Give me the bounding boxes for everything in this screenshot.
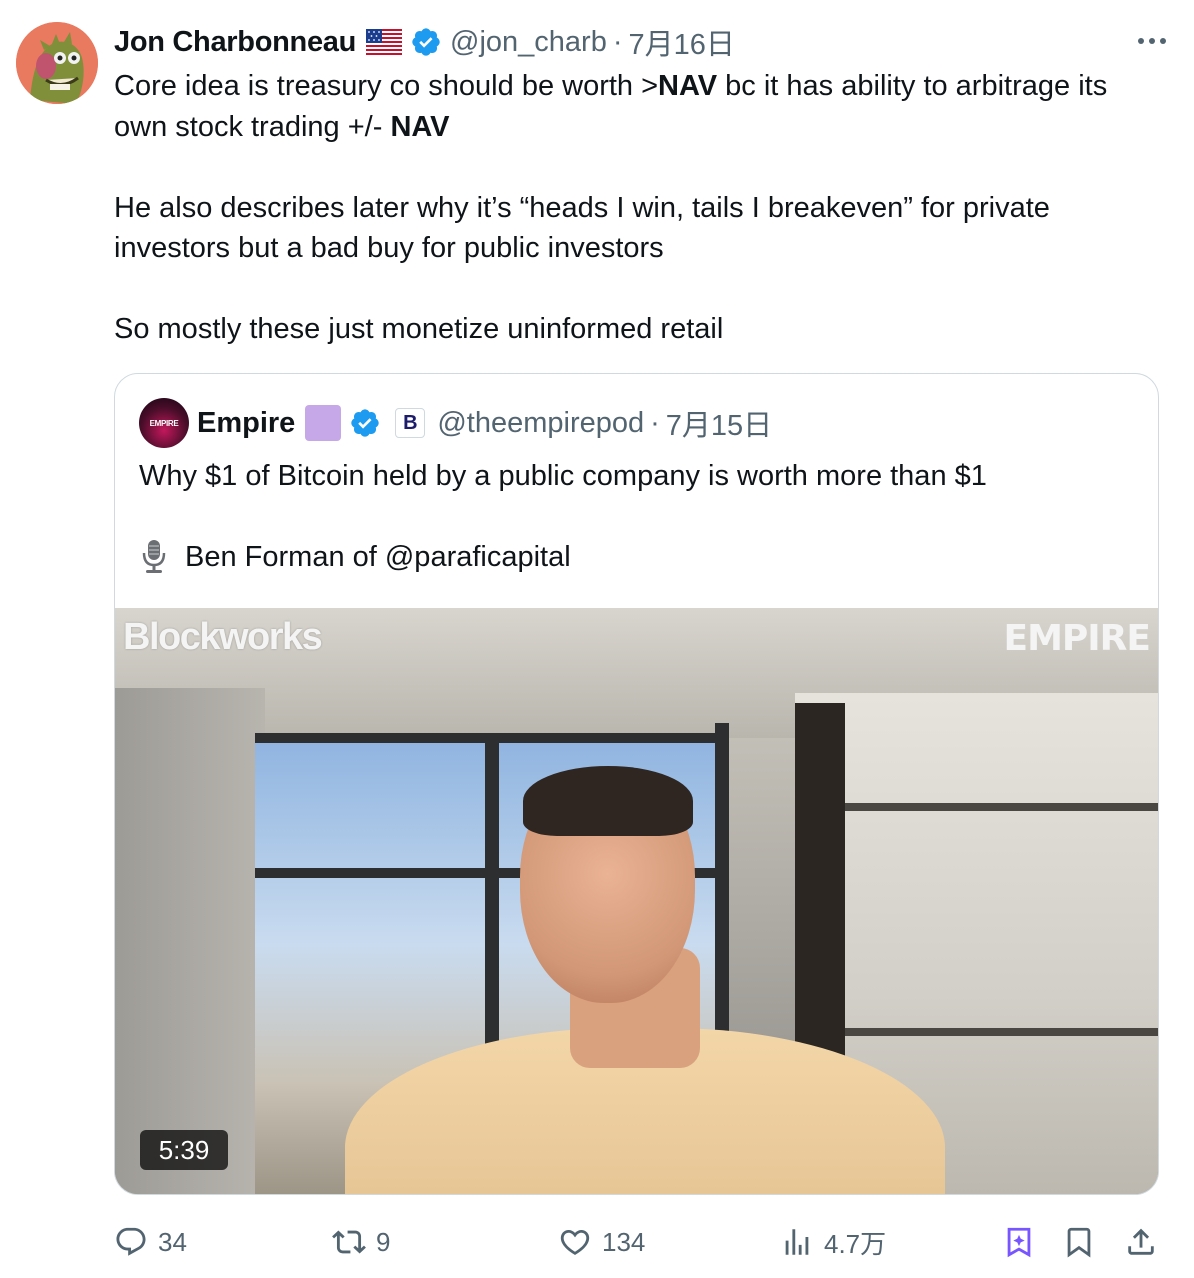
video-player[interactable]: Blockworks EMPIRE 5:39: [115, 608, 1158, 1194]
bookmark-button[interactable]: [1062, 1218, 1096, 1266]
blockworks-logo: Blockworks: [123, 616, 323, 658]
tweet-paragraph-3: So mostly these just monetize uninformed…: [114, 313, 724, 345]
tweet: Jon Charbonneau @jon_charb · 7月16日 Core …: [0, 0, 1194, 1278]
video-person-hair: [523, 766, 693, 836]
repost-icon: [332, 1230, 366, 1254]
purple-square-emoji-icon: [305, 405, 342, 441]
quoted-tweet[interactable]: EMPIRE Empire B @theempirepod · 7月15日 Wh…: [114, 373, 1159, 1195]
quoted-line-1: Why $1 of Bitcoin held by a public compa…: [139, 460, 987, 492]
empire-logo: EMPIRE: [1003, 618, 1151, 659]
author-handle[interactable]: @jon_charb: [450, 26, 607, 59]
author-name[interactable]: Jon Charbonneau: [114, 26, 356, 59]
repost-count: 9: [376, 1226, 391, 1257]
body-bold-nav: NAV: [390, 110, 450, 143]
quoted-author-handle: @theempirepod: [437, 406, 645, 439]
affiliate-badge-icon: B: [395, 408, 426, 438]
analytics-icon: [785, 1229, 809, 1255]
tweet-body: Core idea is treasury co should be worth…: [114, 66, 1164, 350]
window-frame: [845, 803, 1158, 811]
views-count: 4.7万: [824, 1228, 887, 1259]
window-frame: [845, 1028, 1158, 1036]
like-button[interactable]: 134: [558, 1218, 645, 1266]
tweet-date[interactable]: 7月16日: [629, 21, 735, 63]
body-bold-nav: NAV: [658, 70, 718, 102]
quoted-avatar-text: EMPIRE: [149, 418, 179, 428]
more-options-icon[interactable]: [1134, 26, 1170, 56]
microphone-icon: [139, 539, 169, 575]
quoted-tweet-body: Why $1 of Bitcoin held by a public compa…: [139, 456, 1139, 578]
us-flag-icon: [366, 29, 403, 55]
author-avatar[interactable]: [16, 22, 98, 104]
reply-count: 34: [158, 1226, 187, 1257]
reply-button[interactable]: 34: [114, 1218, 187, 1266]
video-wall: [115, 688, 265, 1194]
views-button[interactable]: 4.7万: [780, 1218, 886, 1266]
share-button[interactable]: [1124, 1218, 1158, 1266]
grok-icon: [1007, 1227, 1031, 1258]
verified-badge-icon[interactable]: [410, 26, 442, 58]
tweet-header: Jon Charbonneau @jon_charb · 7月16日: [114, 22, 735, 62]
body-text-segment: Core idea is treasury co should be worth…: [114, 70, 659, 102]
quoted-author-avatar: EMPIRE: [139, 398, 189, 448]
reply-icon: [116, 1227, 146, 1256]
share-icon: [1128, 1228, 1154, 1255]
grok-button[interactable]: [1002, 1218, 1036, 1266]
verified-badge-icon: [349, 407, 381, 439]
quoted-line-2: Ben Forman of @paraficapital: [139, 537, 1139, 578]
quoted-author-name: Empire: [197, 406, 296, 439]
quoted-tweet-date: 7月15日: [665, 410, 773, 442]
bookmark-icon: [1067, 1227, 1091, 1258]
action-bar: 34 9 134 4.7万: [114, 1218, 1164, 1266]
tweet-paragraph-1: Core idea is treasury co should be worth…: [114, 66, 1164, 147]
quoted-line-2-text: Ben Forman of @paraficapital: [185, 541, 571, 573]
heart-icon: [560, 1229, 590, 1255]
like-count: 134: [602, 1226, 646, 1257]
quoted-tweet-header: EMPIRE Empire B @theempirepod · 7月15日: [139, 398, 772, 448]
tweet-paragraph-2: He also describes later why it’s “heads …: [114, 191, 1050, 265]
video-duration: 5:39: [140, 1130, 228, 1170]
separator-dot: ·: [650, 406, 660, 439]
repost-button[interactable]: 9: [332, 1218, 390, 1266]
separator-dot: ·: [612, 25, 623, 58]
